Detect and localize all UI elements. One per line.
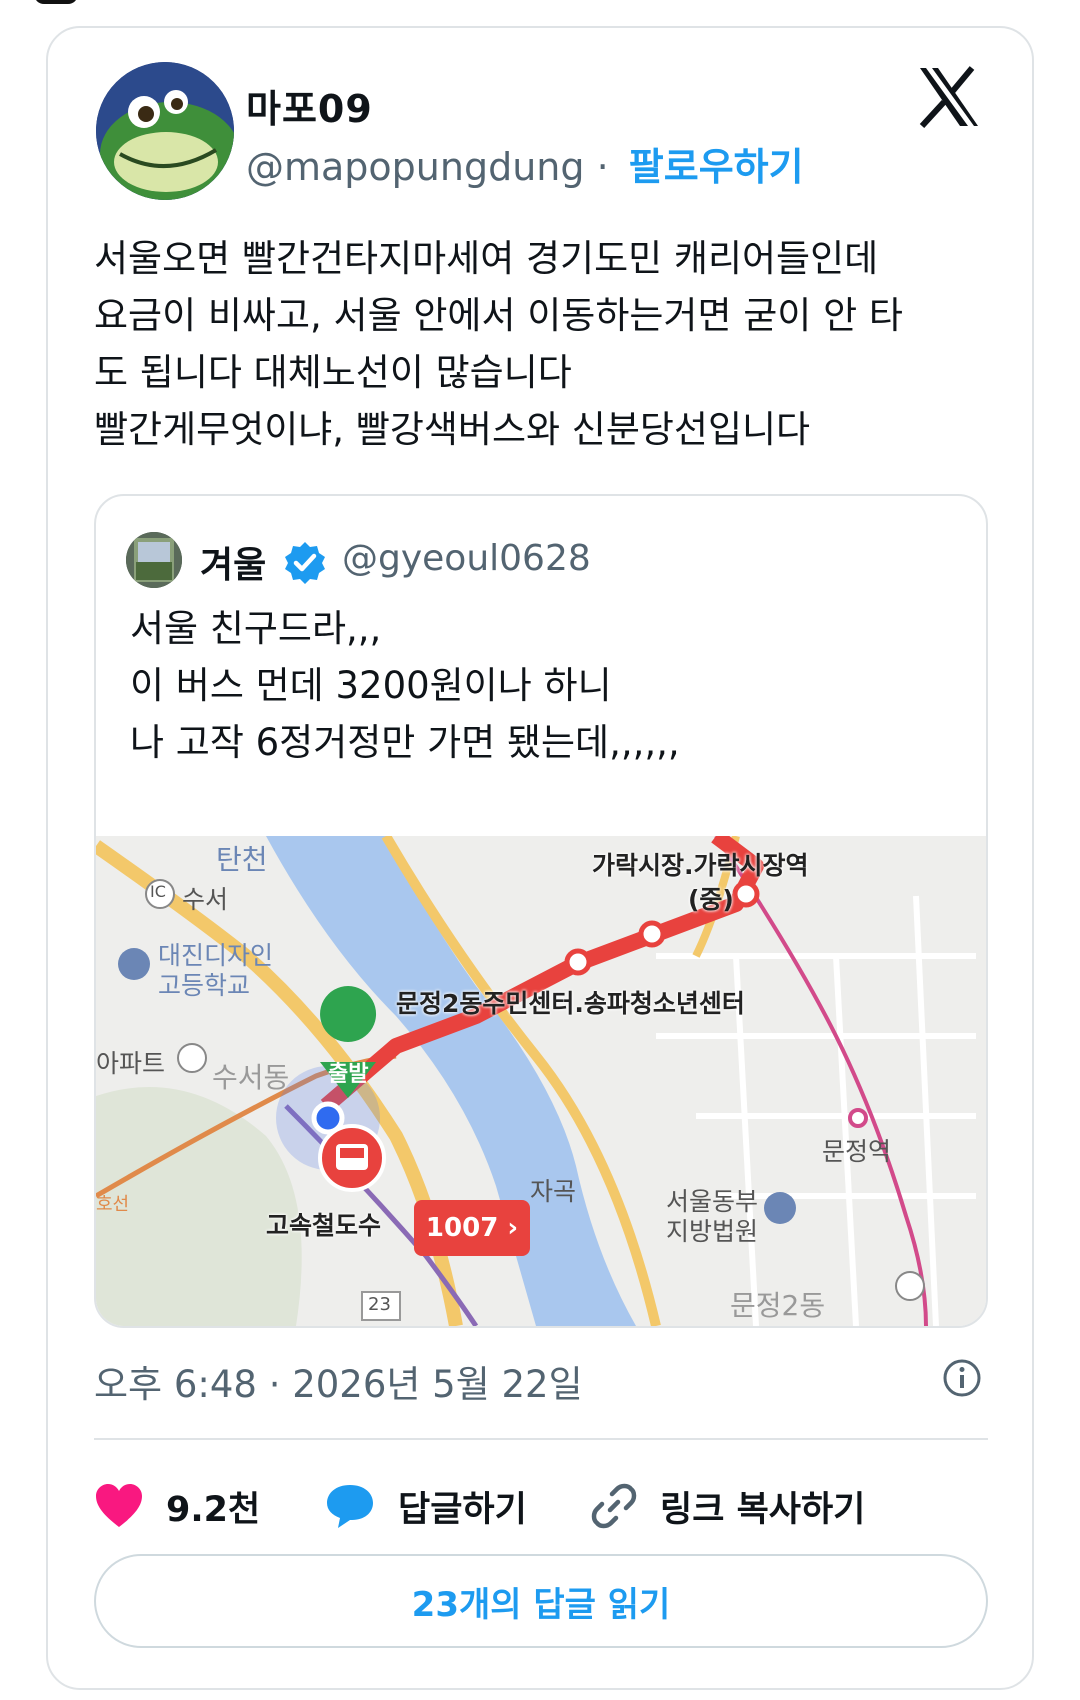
copy-link-label: 링크 복사하기 xyxy=(660,1489,866,1530)
like-button[interactable]: 9.2천 xyxy=(94,1476,260,1536)
author-handle[interactable]: @mapopungdung xyxy=(246,145,585,189)
author-handle-line: @mapopungdung · 팔로우하기 xyxy=(246,136,804,191)
heart-icon xyxy=(96,1484,142,1527)
map-label-ic: IC xyxy=(150,882,166,901)
follow-button[interactable]: 팔로우하기 xyxy=(629,145,804,189)
top-edge-fragment xyxy=(34,0,78,4)
tweet-card: 마포09 @mapopungdung · 팔로우하기 서울오면 빨간건타지마세여… xyxy=(46,26,1034,1690)
info-icon[interactable] xyxy=(942,1358,982,1398)
map-label-line: 호선 xyxy=(96,1194,130,1215)
map-label-munjeong-station: 문정역 xyxy=(822,1137,892,1166)
map-label-court-line2: 지방법원 xyxy=(666,1217,759,1246)
map-label-munjeong2dong: 문정2동 xyxy=(730,1289,826,1322)
author-name[interactable]: 마포09 xyxy=(246,78,373,133)
quoted-author-name: 겨울 xyxy=(200,545,267,586)
reply-button[interactable]: 답글하기 xyxy=(324,1476,527,1536)
author-avatar[interactable] xyxy=(96,62,234,200)
like-count: 9.2천 xyxy=(166,1489,261,1530)
map-label-munjeong-center: 문정2동주민센터.송파청소년센터 xyxy=(396,989,745,1018)
map-label-tancheon: 탄천 xyxy=(216,843,268,876)
read-replies-button[interactable]: 23개의 답글 읽기 xyxy=(94,1554,988,1648)
quoted-tweet-text: 서울 친구드라,,, 이 버스 먼데 3200원이나 하니 나 고작 6정거정만… xyxy=(130,607,680,764)
copy-link-button[interactable]: 링크 복사하기 xyxy=(590,1476,865,1536)
bus-route-tag[interactable]: 1007 › xyxy=(414,1200,530,1256)
map-label-apt: 아파트 xyxy=(96,1049,166,1078)
verified-badge-icon xyxy=(285,542,325,584)
quoted-author-avatar[interactable] xyxy=(126,532,182,588)
tweet-text: 서울오면 빨간건타지마세여 경기도민 캐리어들인데 요금이 비싸고, 서울 안에… xyxy=(94,237,903,451)
tweet-timestamp[interactable]: 오후 6:48 · 2026년 5월 22일 xyxy=(94,1354,583,1408)
map-label-highspeed: 고속철도수 xyxy=(266,1211,382,1240)
map-label-suseo: 수서 xyxy=(182,885,229,914)
quoted-tweet[interactable]: 겨울 @gyeoul0628 서울 친구드라,,, 이 버스 먼데 3200원이… xyxy=(94,494,988,1328)
map-label-garak-sub: (중) xyxy=(688,885,734,914)
map-label-road23: 23 xyxy=(368,1294,391,1315)
x-logo-icon[interactable] xyxy=(916,64,982,130)
map-label-jagok: 자곡 xyxy=(530,1177,577,1206)
map-label-start: 출발 xyxy=(328,1062,369,1087)
route-map-image[interactable]: 탄천 IC 수서 대진디자인 고등학교 아파트 수서동 가락시장.가락시장역 (… xyxy=(96,836,986,1326)
divider xyxy=(94,1438,988,1440)
map-label-school-line2: 고등학교 xyxy=(158,971,251,1000)
reply-bubble-icon xyxy=(327,1485,373,1528)
map-label-garak: 가락시장.가락시장역 xyxy=(592,851,809,880)
reply-label: 답글하기 xyxy=(398,1489,527,1530)
link-icon xyxy=(591,1483,637,1529)
quoted-author-handle: @gyeoul0628 xyxy=(342,538,591,579)
separator-dot: · xyxy=(596,145,609,189)
map-label-suseodong: 수서동 xyxy=(212,1061,290,1094)
